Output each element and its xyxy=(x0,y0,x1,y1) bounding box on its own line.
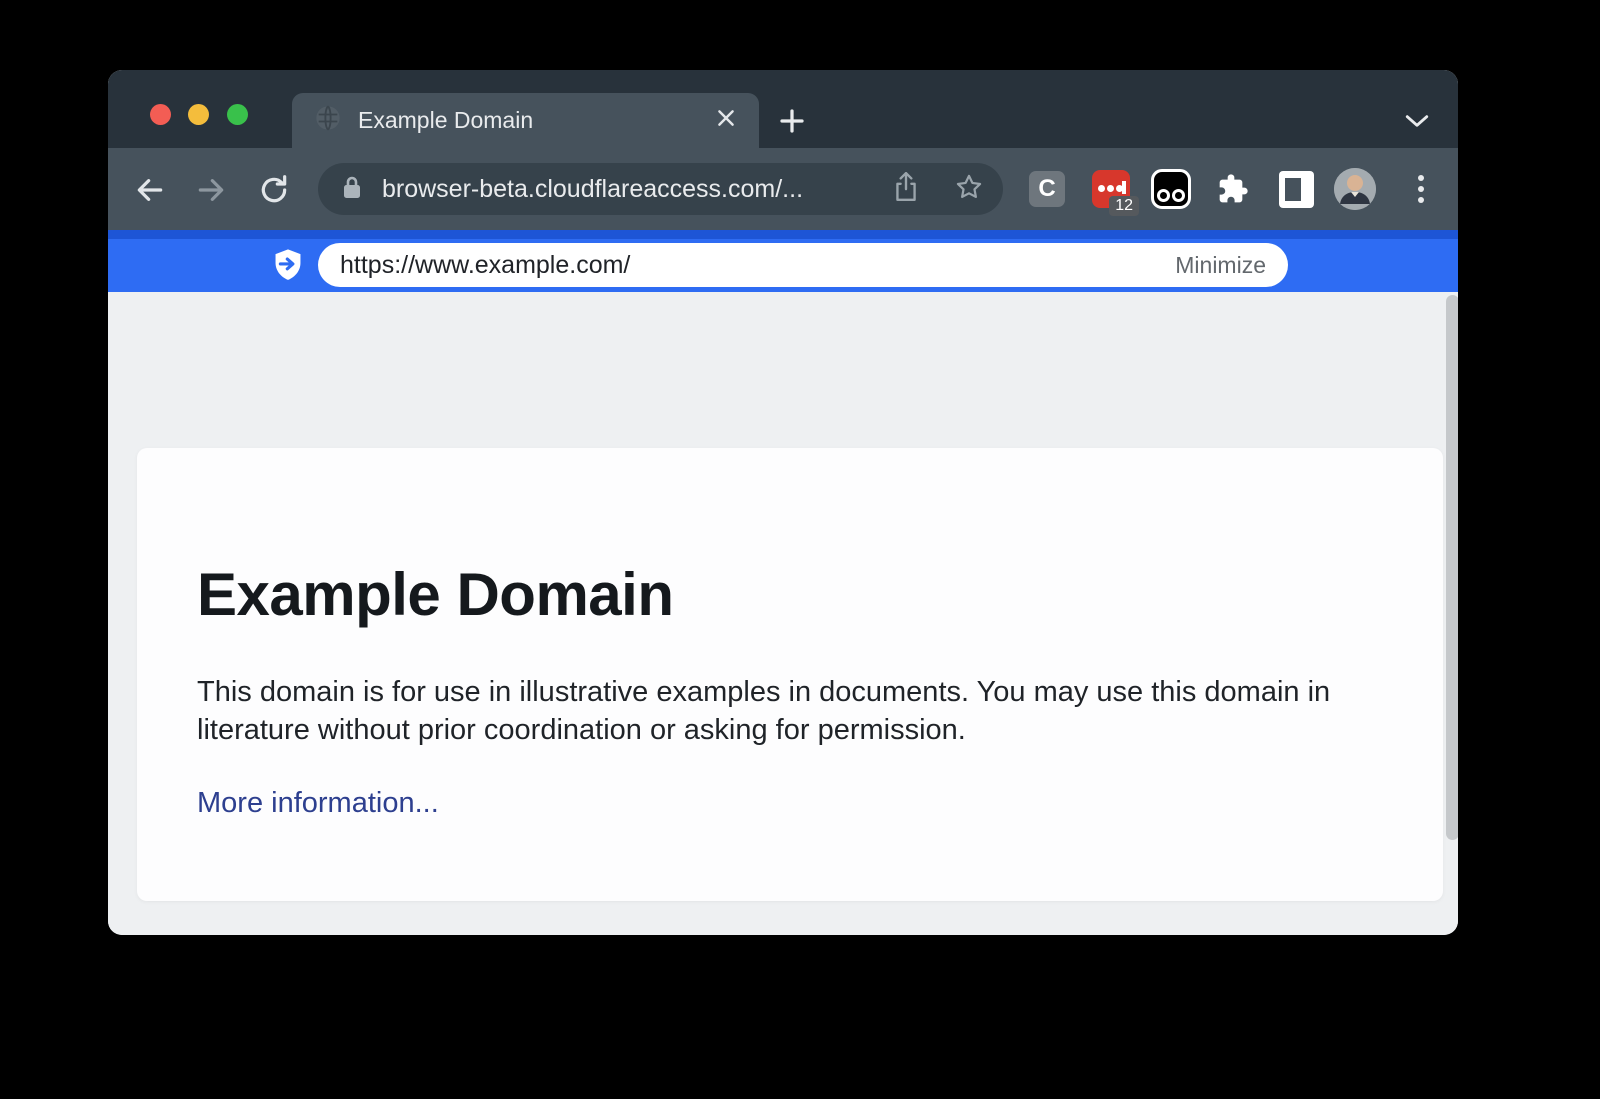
extensions-puzzle-icon[interactable] xyxy=(1212,168,1254,210)
bookmark-star-icon[interactable] xyxy=(955,173,983,206)
browser-toolbar: browser-beta.cloudflareaccess.com/... C xyxy=(108,148,1458,230)
share-icon[interactable] xyxy=(893,172,919,207)
scrollbar-thumb[interactable] xyxy=(1446,295,1458,840)
shield-icon xyxy=(270,248,306,284)
globe-favicon-icon xyxy=(314,104,342,137)
side-panel-icon[interactable] xyxy=(1275,168,1317,210)
browser-menu-kebab-icon[interactable] xyxy=(1400,168,1442,210)
tab-strip: Example Domain xyxy=(108,70,1458,148)
page-paragraph: This domain is for use in illustrative e… xyxy=(197,673,1347,749)
forward-arrow-icon xyxy=(195,174,227,206)
window-close-button[interactable] xyxy=(150,104,171,125)
profile-avatar[interactable] xyxy=(1334,168,1376,210)
forward-button[interactable] xyxy=(193,172,229,208)
more-information-link[interactable]: More information... xyxy=(197,787,439,820)
tab-title: Example Domain xyxy=(358,107,715,134)
page-viewport: Example Domain This domain is for use in… xyxy=(108,292,1458,935)
minimize-button[interactable]: Minimize xyxy=(1175,252,1266,279)
address-url-text: browser-beta.cloudflareaccess.com/... xyxy=(382,175,893,204)
isolated-url-bar[interactable]: https://www.example.com/ Minimize xyxy=(318,243,1288,287)
plus-icon xyxy=(777,106,807,136)
tab-example-domain[interactable]: Example Domain xyxy=(292,93,759,148)
extension-dots-icon[interactable]: 12 xyxy=(1090,168,1132,210)
page-heading: Example Domain xyxy=(197,560,1383,629)
tab-search-chevron-button[interactable] xyxy=(1397,106,1437,136)
extension-badge: 12 xyxy=(1109,196,1139,216)
desktop-background: Example Domain xyxy=(0,0,1600,1099)
back-arrow-icon xyxy=(134,174,166,206)
isolated-url-text[interactable]: https://www.example.com/ xyxy=(340,251,1175,280)
address-bar[interactable]: browser-beta.cloudflareaccess.com/... xyxy=(318,163,1003,215)
back-button[interactable] xyxy=(132,172,168,208)
content-card: Example Domain This domain is for use in… xyxy=(137,448,1443,901)
tab-close-icon[interactable] xyxy=(715,107,737,134)
window-zoom-button[interactable] xyxy=(227,104,248,125)
extension-c-icon[interactable]: C xyxy=(1026,168,1068,210)
extension-lens-icon[interactable] xyxy=(1150,168,1192,210)
reload-button[interactable] xyxy=(256,172,292,208)
window-minimize-button[interactable] xyxy=(188,104,209,125)
browser-window: Example Domain xyxy=(108,70,1458,935)
lock-icon[interactable] xyxy=(340,174,364,205)
isolation-banner: https://www.example.com/ Minimize xyxy=(108,230,1458,292)
chevron-down-icon xyxy=(1404,112,1430,130)
reload-icon xyxy=(258,174,290,206)
new-tab-button[interactable] xyxy=(772,104,812,138)
